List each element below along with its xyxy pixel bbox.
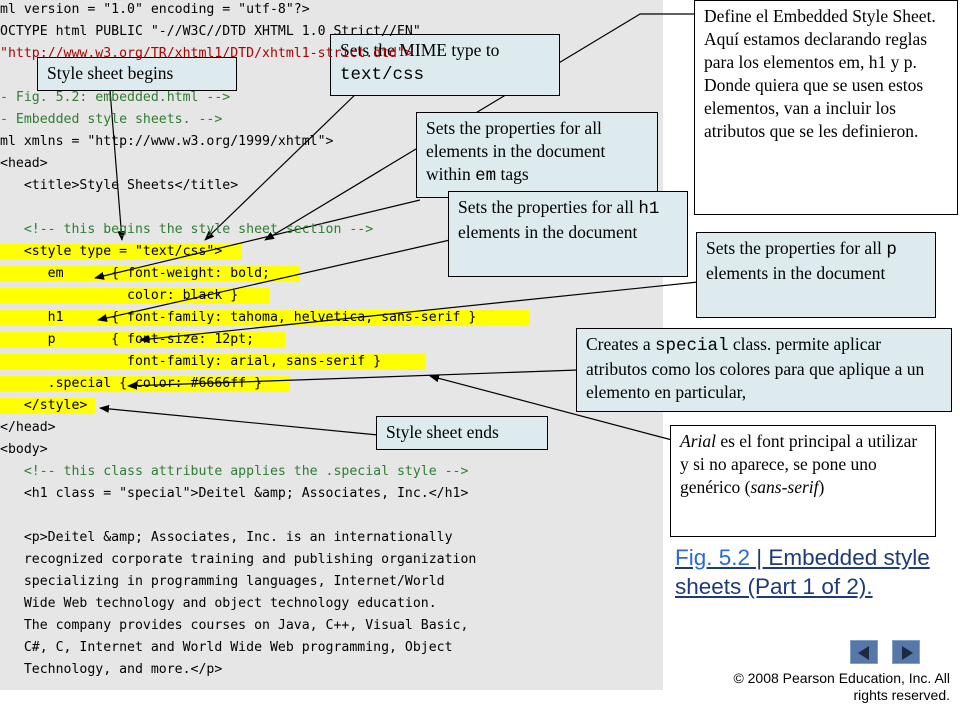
callout-h1-properties: Sets the properties for all h1 elements … (448, 191, 688, 277)
code-line-highlighted: <style type = "text/css"> (0, 242, 243, 262)
callout-arial-font: Arial es el font principal a utilizar y … (670, 425, 936, 537)
code-line: specializing in programming languages, I… (0, 574, 445, 589)
code-line: Technology, and more.</p> (0, 662, 223, 677)
callout-special-class: Creates a special class. permite aplicar… (576, 328, 952, 412)
code-line-highlighted: em { font-weight: bold; (0, 264, 300, 284)
code-line-highlighted: p { font-size: 12pt; (0, 330, 286, 350)
code-line: <title>Style Sheets</title> (0, 178, 239, 193)
callout-p-properties: Sets the properties for all p elements i… (696, 232, 936, 318)
code-line: <head> (0, 156, 48, 171)
code-listing: ml version = "1.0" encoding = "utf-8"?> … (0, 0, 663, 690)
code-line: <p>Deitel &amp; Associates, Inc. is an i… (0, 530, 453, 545)
callout-mime-type: Sets the MIME type to text/css (330, 34, 560, 96)
code-line: <!-- this begins the style sheet section… (0, 222, 374, 237)
code-line-highlighted: .special { color: #6666ff } (0, 374, 291, 394)
figure-link[interactable]: Fig. 5.2 (675, 545, 750, 570)
previous-slide-button[interactable] (850, 640, 878, 664)
callout-em-properties: Sets the properties for all elements in … (416, 112, 658, 198)
code-line-highlighted: font-family: arial, sans-serif } (0, 352, 426, 372)
code-line-highlighted: color: black } (0, 286, 271, 306)
next-slide-button[interactable] (892, 640, 920, 664)
code-line: The company provides courses on Java, C+… (0, 618, 469, 633)
callout-style-sheet-begins: Style sheet begins (37, 57, 237, 91)
code-line: Wide Web technology and object technolog… (0, 596, 437, 611)
code-line-highlighted: </style> (0, 396, 96, 416)
copyright-notice: © 2008 Pearson Education, Inc. All right… (733, 670, 950, 703)
code-line: <body> (0, 442, 48, 457)
code-line: - Embedded style sheets. --> (0, 112, 223, 127)
code-line: recognized corporate training and publis… (0, 552, 477, 567)
callout-define-embedded-style: Define el Embedded Style Sheet. Aquí est… (694, 0, 958, 215)
code-line: ml xmlns = "http://www.w3.org/1999/xhtml… (0, 134, 334, 149)
code-line-highlighted: h1 { font-family: tahoma, helvetica, san… (0, 308, 531, 328)
callout-style-sheet-ends: Style sheet ends (376, 416, 548, 450)
code-line: - Fig. 5.2: embedded.html --> (0, 90, 231, 105)
code-line: C#, C, Internet and World Wide Web progr… (0, 640, 453, 655)
code-line: ml version = "1.0" encoding = "utf-8"?> (0, 2, 310, 17)
code-line: </head> (0, 420, 56, 435)
figure-caption: Fig. 5.2 | Embedded style sheets (Part 1… (675, 543, 945, 601)
code-line: <h1 class = "special">Deitel &amp; Assoc… (0, 486, 469, 501)
code-line: <!-- this class attribute applies the .s… (0, 464, 469, 479)
